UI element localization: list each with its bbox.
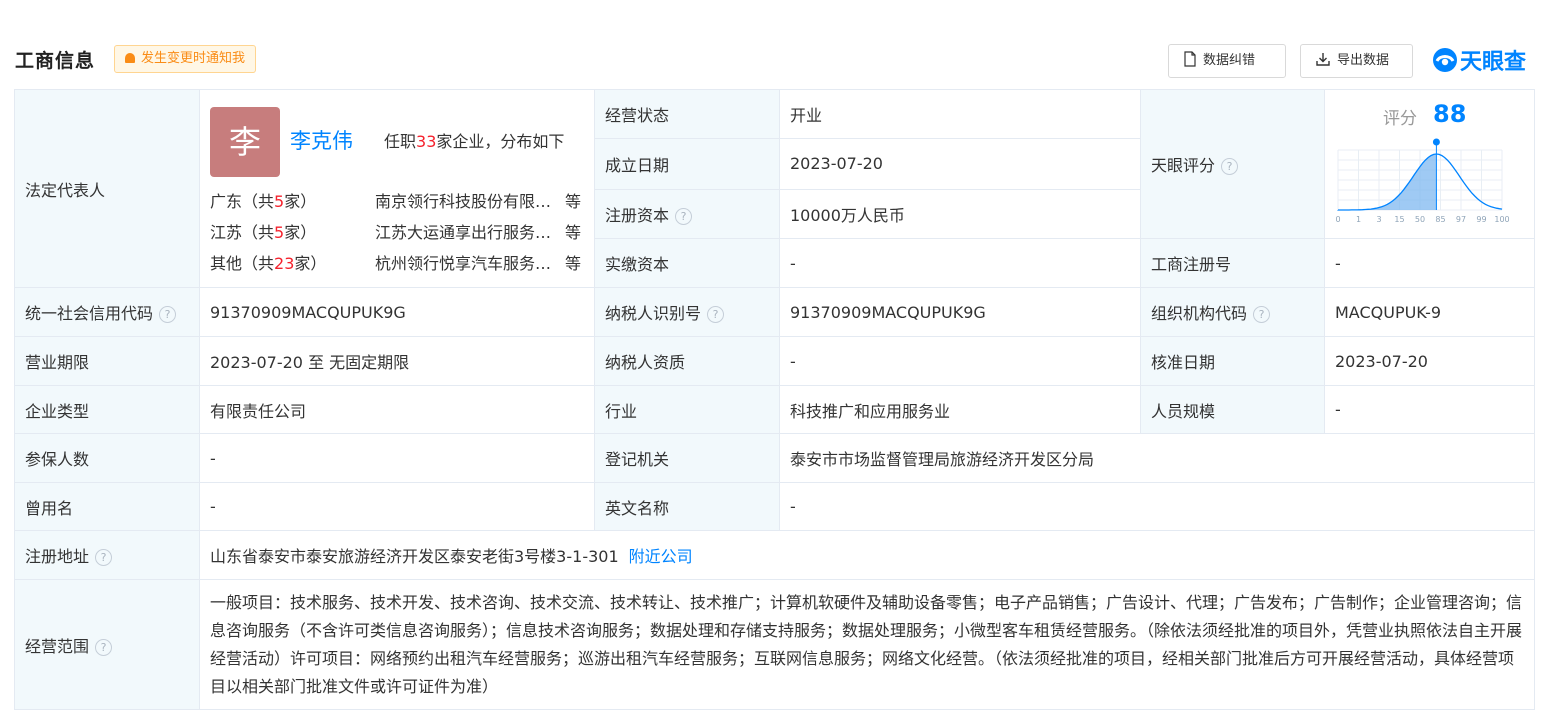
score-value: 88 [1433, 100, 1467, 128]
score-tick-label: 15 [1394, 215, 1404, 224]
insured-value: - [199, 433, 595, 483]
company-type-label: 企业类型 [14, 385, 200, 434]
help-icon[interactable]: ? [1221, 158, 1239, 175]
term-value: 2023-07-20 至 无固定期限 [199, 336, 595, 386]
nearby-companies-link[interactable]: 附近公司 [629, 547, 693, 566]
help-icon[interactable]: ? [675, 207, 693, 225]
taxpayer-id-label-cell: 纳税人识别号? [594, 287, 780, 337]
status-label: 经营状态 [594, 88, 780, 140]
industry-value: 科技推广和应用服务业 [779, 385, 1141, 434]
former-name-label: 曾用名 [14, 482, 200, 531]
org-code-value: MACQUPUK-9 [1324, 287, 1535, 337]
help-icon[interactable]: ? [707, 306, 725, 323]
score-tick-label: 1 [1356, 215, 1361, 224]
legal-rep-label: 法定代表人 [14, 89, 200, 288]
staff-size-label: 人员规模 [1140, 385, 1325, 434]
found-date-value: 2023-07-20 [779, 138, 1141, 190]
score-tick-label: 50 [1415, 215, 1425, 224]
org-code-label-cell: 组织机构代码? [1140, 287, 1325, 337]
approve-date-label: 核准日期 [1140, 336, 1325, 386]
section-header: 工商信息 发生变更时通知我 数据纠错 导出数据 天眼查 [0, 0, 1545, 88]
document-icon [1184, 51, 1196, 67]
score-area [1338, 154, 1437, 210]
capital-label-cell: 注册资本? [594, 188, 780, 240]
taxpayer-qual-value: - [779, 336, 1141, 386]
score-cell: 评分 88 0 1 3 15 50 85 97 99 100 [1324, 89, 1535, 239]
company-type-value: 有限责任公司 [199, 385, 595, 434]
english-name-value: - [779, 482, 1535, 531]
logo-eye-icon [1433, 48, 1457, 72]
score-distribution-chart: 0 1 3 15 50 85 97 99 100 [1335, 138, 1510, 224]
reg-no-value: - [1324, 238, 1535, 288]
download-icon [1316, 53, 1330, 66]
taxpayer-id-value: 91370909MACQUPUK9G [779, 287, 1141, 337]
authority-value: 泰安市市场监督管理局旅游经济开发区分局 [779, 433, 1535, 483]
staff-size-value: - [1324, 385, 1535, 434]
taxpayer-qual-label: 纳税人资质 [594, 336, 780, 386]
address-cell: 山东省泰安市泰安旅游经济开发区泰安老街3号楼3-1-301 附近公司 [199, 530, 1535, 580]
bell-icon [125, 53, 135, 63]
logo-text: 天眼查 [1460, 50, 1527, 75]
score-tick-label: 97 [1456, 215, 1466, 224]
score-tick-label: 85 [1435, 215, 1445, 224]
help-icon[interactable]: ? [159, 306, 177, 323]
company-link[interactable]: 杭州领行悦享汽车服务有限公司 [375, 250, 560, 274]
term-label: 营业期限 [14, 336, 200, 386]
found-date-label: 成立日期 [594, 138, 780, 190]
legal-rep-summary: 任职33家企业，分布如下 [384, 132, 565, 151]
address-label-cell: 注册地址? [14, 530, 200, 580]
former-name-value: - [199, 482, 595, 531]
more-link[interactable]: 等 [565, 250, 581, 274]
paid-capital-label: 实缴资本 [594, 238, 780, 288]
approve-date-value: 2023-07-20 [1324, 336, 1535, 386]
more-link[interactable]: 等 [565, 219, 581, 243]
score-tick-label: 100 [1494, 215, 1509, 224]
address-value: 山东省泰安市泰安旅游经济开发区泰安老街3号楼3-1-301 [210, 547, 619, 566]
scope-label-cell: 经营范围? [14, 579, 200, 710]
export-data-button[interactable]: 导出数据 [1300, 44, 1413, 78]
score-tick-label: 3 [1376, 215, 1381, 224]
insured-label: 参保人数 [14, 433, 200, 483]
score-tick-label: 0 [1335, 215, 1340, 224]
company-link[interactable]: 南京领行科技股份有限公司 [375, 188, 560, 212]
reg-no-label: 工商注册号 [1140, 238, 1325, 288]
notify-button[interactable]: 发生变更时通知我 [114, 45, 257, 73]
capital-value: 10000万人民币 [779, 188, 1141, 240]
avatar[interactable]: 李 [210, 107, 280, 177]
data-correction-label: 数据纠错 [1203, 53, 1256, 68]
score-caption: 评分 [1383, 109, 1417, 129]
help-icon[interactable]: ? [95, 549, 113, 566]
status-value: 开业 [779, 88, 1141, 140]
scope-value: 一般项目：技术服务、技术开发、技术咨询、技术交流、技术转让、技术推广；计算机软硬… [199, 579, 1535, 710]
legal-rep-name-link[interactable]: 李克伟 [290, 125, 353, 155]
credit-code-value: 91370909MACQUPUK9G [199, 287, 595, 337]
more-link[interactable]: 等 [565, 188, 581, 212]
score-label-cell: 天眼评分? [1140, 89, 1325, 239]
data-correction-button[interactable]: 数据纠错 [1168, 44, 1286, 78]
section-title: 工商信息 [15, 50, 96, 72]
score-marker [1432, 138, 1440, 146]
legal-rep-cell: 李 李克伟 任职33家企业，分布如下 广东（共5家） 南京领行科技股份有限公司 … [199, 89, 595, 288]
score-tick-label: 99 [1476, 215, 1486, 224]
help-icon[interactable]: ? [95, 638, 113, 656]
english-name-label: 英文名称 [594, 482, 780, 531]
help-icon[interactable]: ? [1253, 306, 1271, 323]
paid-capital-value: - [779, 238, 1141, 288]
company-link[interactable]: 江苏大运通享出行服务有限公司 [375, 219, 560, 243]
authority-label: 登记机关 [594, 433, 780, 483]
export-data-label: 导出数据 [1337, 53, 1390, 68]
tianyancha-logo: 天眼查 [1432, 44, 1527, 75]
credit-code-label-cell: 统一社会信用代码? [14, 287, 200, 337]
industry-label: 行业 [594, 385, 780, 434]
business-info-table: 法定代表人 李 李克伟 任职33家企业，分布如下 广东（共5家） 南京领行科技股… [14, 88, 1535, 710]
notify-label: 发生变更时通知我 [141, 51, 246, 66]
